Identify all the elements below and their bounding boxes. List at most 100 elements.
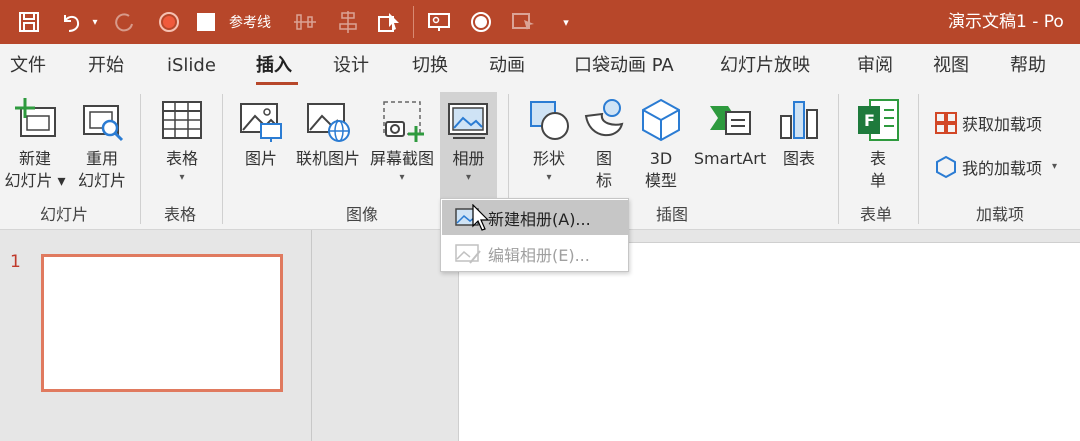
reference-line-toggle[interactable]: 参考线 <box>220 0 280 44</box>
photo-album-menu: 新建相册(A)... 编辑相册(E)... <box>440 198 629 272</box>
edit-photo-album-item[interactable]: 编辑相册(E)... <box>442 236 628 271</box>
tab-islide[interactable]: iSlide <box>167 44 216 88</box>
from-current-slide-icon[interactable] <box>508 0 538 44</box>
new-slide-label-2: 幻灯片 ▾ <box>4 171 66 190</box>
record-icon[interactable] <box>156 0 182 44</box>
pictures-label: 图片 <box>244 149 277 168</box>
ribbon-tabs: 文件 开始 iSlide 插入 设计 切换 动画 口袋动画 PA 幻灯片放映 审… <box>0 44 1080 88</box>
online-pictures-label: 联机图片 <box>295 149 360 168</box>
start-slideshow-icon[interactable] <box>466 0 496 44</box>
forms-label-2: 单 <box>869 171 886 190</box>
document-title: 演示文稿1 - Po <box>948 12 1064 32</box>
new-slide-button[interactable]: 新建 幻灯片 ▾ <box>4 88 66 192</box>
reuse-slides-button[interactable]: 重用 幻灯片 <box>72 88 132 192</box>
3d-models-button[interactable]: 3D 模型 <box>634 88 688 192</box>
forms-button[interactable]: F 表 单 <box>850 88 906 192</box>
tab-view[interactable]: 视图 <box>933 44 969 88</box>
new-photo-album-label: 新建相册(A)... <box>488 209 591 229</box>
slide-thumbnail[interactable] <box>41 254 283 392</box>
group-label-images: 图像 <box>346 205 379 224</box>
redo-icon[interactable] <box>110 0 140 44</box>
reuse-slides-label-2: 幻灯片 <box>77 171 126 190</box>
select-pane-icon[interactable] <box>374 0 404 44</box>
picture-icon <box>240 103 282 142</box>
reuse-slides-icon <box>83 105 124 142</box>
group-label-tables: 表格 <box>164 205 197 224</box>
shapes-button[interactable]: 形状 ▾ <box>522 88 576 186</box>
customize-qat-icon[interactable]: ▾ <box>558 0 574 44</box>
reference-line-label: 参考线 <box>229 15 271 31</box>
smartart-label: SmartArt <box>693 149 767 168</box>
reuse-slides-label-1: 重用 <box>85 149 118 168</box>
table-icon <box>162 101 202 139</box>
pictures-button[interactable]: 图片 <box>236 88 286 170</box>
slide-editor-area <box>313 230 1080 441</box>
smartart-button[interactable]: SmartArt <box>690 88 770 170</box>
svg-text:F: F <box>864 111 875 130</box>
store-icon <box>935 112 957 134</box>
icons-label-2: 标 <box>595 171 612 190</box>
tab-pocket-animation[interactable]: 口袋动画 PA <box>574 44 674 88</box>
get-addins-button[interactable]: 获取加载项 <box>934 108 1042 138</box>
shapes-label: 形状 <box>532 149 565 168</box>
photo-album-dropdown-icon: ▾ <box>465 172 472 183</box>
photo-album-icon <box>447 103 488 139</box>
tab-slideshow[interactable]: 幻灯片放映 <box>720 44 810 88</box>
save-icon[interactable] <box>14 0 44 44</box>
group-label-addins: 加载项 <box>976 205 1025 224</box>
group-label-forms: 表单 <box>860 205 893 224</box>
icons-icon <box>584 99 624 137</box>
edit-photo-album-label: 编辑相册(E)... <box>488 245 590 265</box>
table-dropdown-icon: ▾ <box>179 172 185 183</box>
align-center-icon[interactable] <box>290 0 320 44</box>
tab-design[interactable]: 设计 <box>333 44 369 88</box>
screenshot-dropdown-icon: ▾ <box>399 172 405 183</box>
undo-icon[interactable] <box>56 0 86 44</box>
chart-button[interactable]: 图表 <box>774 88 824 170</box>
shapes-dropdown-icon: ▾ <box>546 172 552 183</box>
online-picture-icon <box>307 103 350 142</box>
tab-transitions[interactable]: 切换 <box>412 44 448 88</box>
slide-number: 1 <box>10 252 21 272</box>
group-label-slides: 幻灯片 <box>40 205 89 224</box>
new-slide-label-1: 新建 <box>18 149 51 168</box>
shapes-icon <box>530 101 569 140</box>
photo-album-label: 相册 <box>452 149 485 168</box>
icons-button[interactable]: 图 标 <box>580 88 628 192</box>
checkbox-icon[interactable] <box>193 0 219 44</box>
mouse-cursor-icon <box>472 204 490 231</box>
photo-album-button[interactable]: 相册 ▾ <box>440 88 497 186</box>
group-label-illustrations: 插图 <box>656 205 689 224</box>
online-pictures-button[interactable]: 联机图片 <box>292 88 364 170</box>
group-separator <box>222 94 223 224</box>
group-separator <box>140 94 141 224</box>
my-addins-button[interactable]: 我的加载项 ▾ <box>934 152 1057 182</box>
new-slide-icon <box>15 98 56 137</box>
3d-models-label-1: 3D <box>649 149 673 168</box>
undo-dropdown-icon[interactable]: ▾ <box>88 0 102 44</box>
3d-model-icon <box>642 98 680 142</box>
smartart-icon <box>710 106 751 135</box>
tab-home[interactable]: 开始 <box>88 44 124 88</box>
screenshot-icon <box>383 101 424 142</box>
screenshot-button[interactable]: 屏幕截图 ▾ <box>366 88 438 186</box>
forms-label-1: 表 <box>869 149 886 168</box>
group-separator <box>918 94 919 224</box>
group-separator <box>838 94 839 224</box>
qat-divider <box>413 6 414 38</box>
my-addins-label: 我的加载项 <box>962 159 1043 178</box>
my-addins-dropdown-icon[interactable]: ▾ <box>1052 159 1057 175</box>
table-label: 表格 <box>165 149 198 168</box>
screenshot-label: 屏幕截图 <box>369 149 434 168</box>
presenter-view-icon[interactable] <box>424 0 454 44</box>
table-button[interactable]: 表格 ▾ <box>152 88 212 186</box>
title-bar: ▾ 参考线 ▾ 演示文稿1 - Po <box>0 0 1080 44</box>
edit-album-icon <box>455 243 481 264</box>
tab-animations[interactable]: 动画 <box>489 44 525 88</box>
tab-file[interactable]: 文件 <box>10 44 46 88</box>
slide-thumbnail-pane: 1 <box>0 230 312 441</box>
tab-review[interactable]: 审阅 <box>857 44 893 88</box>
align-middle-icon[interactable] <box>333 0 363 44</box>
tab-help[interactable]: 帮助 <box>1010 44 1046 88</box>
new-photo-album-item[interactable]: 新建相册(A)... <box>442 200 628 235</box>
